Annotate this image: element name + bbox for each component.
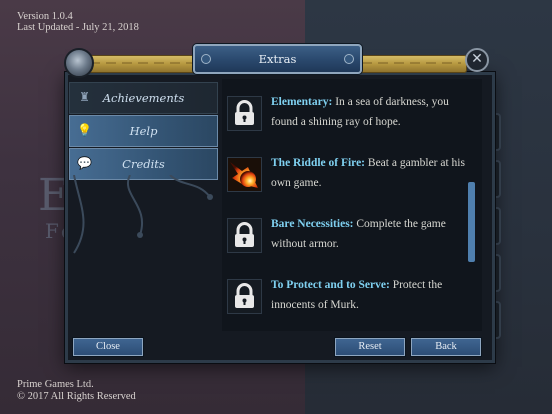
company-text: Prime Games Ltd. [17, 379, 94, 390]
lock-icon [227, 96, 262, 131]
dialog-title-plate: Extras [193, 44, 362, 74]
achievement-name: The Riddle of Fire: [271, 157, 366, 169]
title-ornament-icon [201, 54, 211, 64]
lock-icon [227, 218, 262, 253]
title-ornament-icon [344, 54, 354, 64]
achievement-name: To Protect and to Serve: [271, 279, 390, 291]
sidebar-item-help[interactable]: 💡 Help [69, 115, 218, 147]
close-button[interactable]: Close [73, 338, 143, 356]
achievement-name: Bare Necessities: [271, 218, 354, 230]
dialog-title: Extras [258, 52, 297, 66]
reset-button[interactable]: Reset [335, 338, 405, 356]
sidebar-item-label: Achievements [102, 91, 185, 105]
header-left-orb-icon [64, 48, 94, 78]
fireball-icon [227, 157, 262, 192]
achievement-name: Elementary: [271, 96, 333, 108]
scrollbar-thumb[interactable] [468, 182, 475, 262]
sidebar-item-achievements[interactable]: ♜ Achievements [69, 82, 218, 114]
close-icon[interactable]: ✕ [465, 48, 489, 72]
vine-ornament [73, 175, 213, 254]
sidebar-item-label: Help [129, 124, 158, 138]
achievements-list: Elementary: In a sea of darkness, you fo… [222, 79, 482, 331]
lock-icon [227, 279, 262, 314]
last-updated-text: Last Updated - July 21, 2018 [17, 22, 139, 33]
back-button[interactable]: Back [411, 338, 481, 356]
copyright-text: © 2017 All Rights Reserved [17, 391, 136, 402]
